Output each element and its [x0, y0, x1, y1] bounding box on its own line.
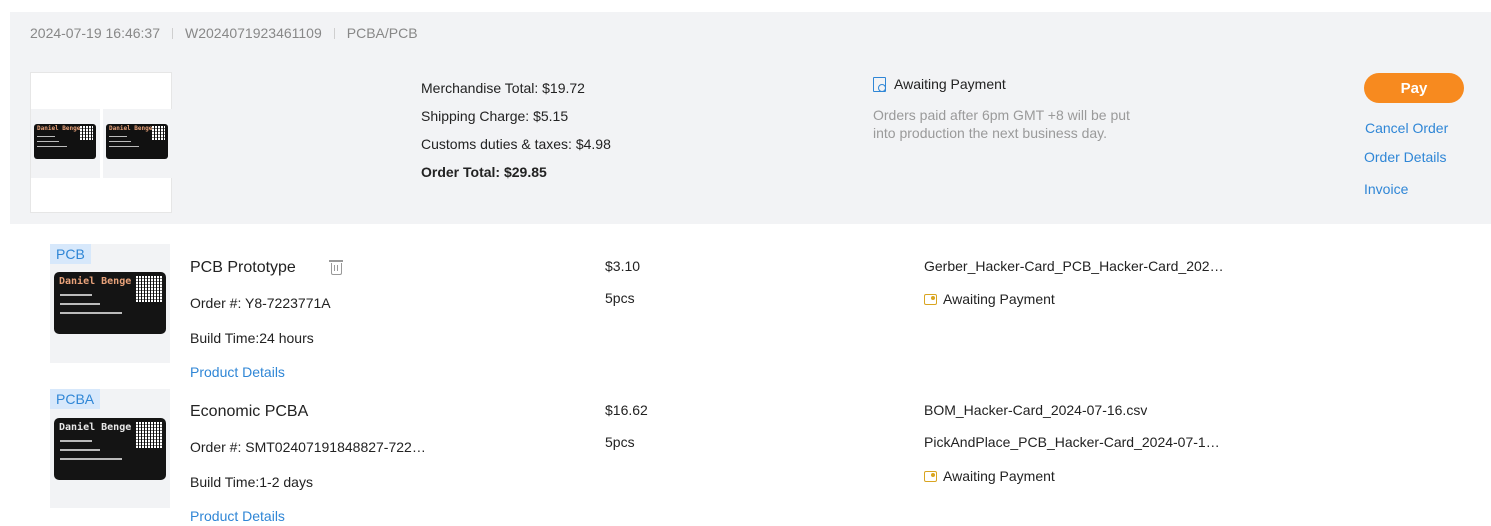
card-line	[60, 294, 92, 296]
item-type-tag: PCB	[50, 244, 91, 264]
shipping-charge: Shipping Charge: $5.15	[421, 108, 569, 124]
order-datetime: 2024-07-19 16:46:37	[30, 25, 160, 41]
pay-button[interactable]: Pay	[1364, 73, 1464, 103]
item-thumbnail: Daniel Benge PCBA	[50, 389, 170, 508]
merchandise-total: Merchandise Total: $19.72	[421, 80, 585, 96]
invoice-link[interactable]: Invoice	[1364, 181, 1408, 197]
item-file[interactable]: Gerber_Hacker-Card_PCB_Hacker-Card_2024-…	[924, 258, 1224, 274]
wallet-icon	[924, 470, 937, 482]
qr-code-icon	[152, 126, 165, 140]
pcb-card-image: Daniel Benge	[54, 418, 166, 480]
item-quantity: 5pcs	[605, 290, 635, 306]
order-summary: 2024-07-19 16:46:37 W2024071923461109 PC…	[10, 12, 1491, 224]
thumbnail-image: Daniel Benge	[31, 109, 100, 178]
status-title: Awaiting Payment	[873, 74, 1143, 94]
item-price: $3.10	[605, 258, 641, 274]
card-name-text: Daniel Benge	[59, 422, 132, 433]
item-thumbnail: Daniel Benge PCB	[50, 244, 170, 363]
item-name: Economic PCBA	[190, 403, 309, 420]
qr-code-icon	[136, 276, 162, 302]
qr-code-icon	[136, 422, 162, 448]
item-file[interactable]: PickAndPlace_PCB_Hacker-Card_2024-07-16.…	[924, 434, 1220, 450]
thumbnail-image: Daniel Benge	[103, 109, 172, 178]
item-status-label: Awaiting Payment	[943, 468, 1055, 484]
card-name-text: Daniel Benge	[37, 125, 81, 132]
order-card: 2024-07-19 16:46:37 W2024071923461109 PC…	[10, 12, 1491, 526]
order-thumbnails: Daniel Benge Daniel Benge	[30, 72, 172, 213]
trash-icon[interactable]	[329, 260, 343, 275]
divider	[172, 27, 173, 39]
item-order-number: Order #: Y8-7223771A	[190, 295, 331, 311]
order-item: Daniel Benge PCBA Economic PCBA Order #:…	[10, 389, 1491, 526]
card-line	[37, 146, 67, 147]
card-line	[37, 141, 59, 142]
divider	[333, 27, 335, 39]
item-file[interactable]: BOM_Hacker-Card_2024-07-16.csv	[924, 402, 1147, 418]
card-line	[109, 141, 131, 142]
item-type-tag: PCBA	[50, 389, 101, 409]
item-build-time: Build Time:1-2 days	[190, 474, 313, 490]
item-build-time: Build Time:24 hours	[190, 330, 314, 346]
card-line	[109, 136, 127, 137]
item-name: PCB Prototype	[190, 259, 296, 276]
order-total: Order Total: $29.85	[421, 164, 547, 180]
card-name-text: Daniel Benge	[59, 276, 132, 287]
card-line	[60, 303, 100, 305]
card-line	[60, 458, 122, 460]
pcb-card-image: Daniel Benge	[34, 124, 96, 159]
order-number: W2024071923461109	[185, 25, 322, 41]
item-status: Awaiting Payment	[924, 468, 1055, 484]
item-order-number: Order #: SMT02407191848827-7223771A	[190, 439, 426, 455]
card-name-text: Daniel Benge	[109, 125, 153, 132]
product-details-link[interactable]: Product Details	[190, 364, 285, 380]
wallet-icon	[924, 293, 937, 305]
pcb-card-image: Daniel Benge	[54, 272, 166, 334]
order-category: PCBA/PCB	[346, 25, 418, 41]
order-totals: Merchandise Total: $19.72 Shipping Charg…	[421, 74, 611, 186]
card-line	[60, 449, 100, 451]
card-line	[37, 136, 55, 137]
order-details-link[interactable]: Order Details	[1364, 149, 1446, 165]
item-quantity: 5pcs	[605, 434, 635, 450]
cancel-order-link[interactable]: Cancel Order	[1365, 120, 1448, 136]
card-line	[60, 312, 122, 314]
card-line	[109, 146, 139, 147]
status-label: Awaiting Payment	[894, 76, 1006, 92]
pcb-card-image: Daniel Benge	[106, 124, 168, 159]
order-item: Daniel Benge PCB PCB Prototype Order #: …	[10, 244, 1491, 380]
item-price: $16.62	[605, 402, 648, 418]
customs-taxes: Customs duties & taxes: $4.98	[421, 136, 611, 152]
status-note: Orders paid after 6pm GMT +8 will be put…	[873, 107, 1130, 141]
product-details-link[interactable]: Product Details	[190, 508, 285, 524]
order-status: Awaiting Payment Orders paid after 6pm G…	[873, 74, 1143, 142]
item-status: Awaiting Payment	[924, 291, 1055, 307]
qr-code-icon	[80, 126, 93, 140]
card-line	[60, 440, 92, 442]
document-search-icon	[873, 76, 886, 92]
order-meta: 2024-07-19 16:46:37 W2024071923461109 PC…	[30, 25, 418, 41]
item-status-label: Awaiting Payment	[943, 291, 1055, 307]
